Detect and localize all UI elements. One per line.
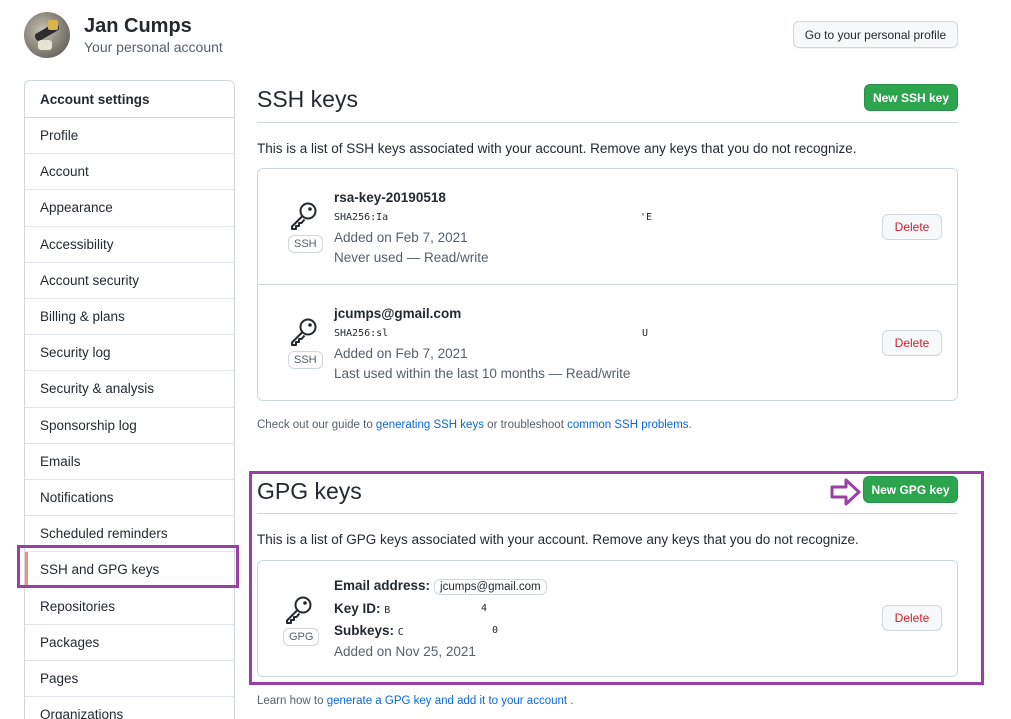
sidebar-item-security-analysis[interactable]: Security & analysis xyxy=(25,371,234,408)
user-subtitle: Your personal account xyxy=(84,39,223,55)
gpg-subkeys-label: Subkeys: xyxy=(334,623,395,638)
sidebar-item-scheduled-reminders[interactable]: Scheduled reminders xyxy=(25,516,234,553)
gpg-subkeys-end: 0 xyxy=(492,625,499,636)
ssh-fingerprint-start: SHA256:sl xyxy=(334,328,389,339)
gpg-help-suffix: . xyxy=(570,695,574,707)
gpg-title-divider xyxy=(257,513,958,514)
sidebar-item-account-security[interactable]: Account security xyxy=(25,263,234,299)
gpg-help-prefix: Learn how to xyxy=(257,695,324,707)
sidebar-item-emails[interactable]: Emails xyxy=(25,444,234,480)
ssh-description: This is a list of SSH keys associated wi… xyxy=(257,141,857,156)
ssh-added-date: Added on Feb 7, 2021 xyxy=(334,230,468,245)
ssh-keys-title: SSH keys xyxy=(257,86,358,112)
gpg-subkeys-start: C xyxy=(397,627,404,638)
generating-ssh-keys-link[interactable]: generating SSH keys xyxy=(376,419,484,431)
sidebar-item-ssh-gpg-keys[interactable]: SSH and GPG keys xyxy=(25,552,234,589)
ssh-title-divider xyxy=(257,122,958,123)
row-divider xyxy=(258,284,957,285)
delete-ssh-key-button[interactable]: Delete xyxy=(882,330,942,356)
annotation-arrow-icon xyxy=(830,478,861,506)
gpg-badge: GPG xyxy=(283,628,320,646)
user-name: Jan Cumps xyxy=(84,15,192,37)
ssh-help-middle: or troubleshoot xyxy=(487,419,564,431)
gpg-added-date: Added on Nov 25, 2021 xyxy=(334,644,476,659)
new-ssh-key-button[interactable]: New SSH key xyxy=(864,84,958,111)
sidebar-item-organizations[interactable]: Organizations xyxy=(25,697,234,719)
ssh-badge: SSH xyxy=(288,351,323,369)
ssh-added-date: Added on Feb 7, 2021 xyxy=(334,346,468,361)
gpg-keyid-label: Key ID: xyxy=(334,601,381,616)
sidebar-item-security-log[interactable]: Security log xyxy=(25,335,234,372)
settings-sidebar: Account settings Profile Account Appeara… xyxy=(24,80,235,719)
sidebar-item-account[interactable]: Account xyxy=(25,154,234,191)
delete-ssh-key-button[interactable]: Delete xyxy=(882,214,942,240)
new-gpg-key-button[interactable]: New GPG key xyxy=(863,476,958,503)
ssh-help-prefix: Check out our guide to xyxy=(257,419,373,431)
common-ssh-problems-link[interactable]: common SSH problems xyxy=(567,419,688,431)
sidebar-heading: Account settings xyxy=(25,81,234,118)
ssh-help-text: Check out our guide to generating SSH ke… xyxy=(257,419,692,431)
sidebar-item-billing[interactable]: Billing & plans xyxy=(25,299,234,336)
delete-gpg-key-button[interactable]: Delete xyxy=(882,605,942,631)
avatar[interactable] xyxy=(24,12,70,58)
ssh-fingerprint-start: SHA256:Ia xyxy=(334,212,389,223)
go-to-profile-button[interactable]: Go to your personal profile xyxy=(793,21,958,48)
gpg-email-row: Email address: jcumps@gmail.com xyxy=(334,578,547,595)
key-icon xyxy=(286,596,312,624)
ssh-key-title: rsa-key-20190518 xyxy=(334,190,446,205)
sidebar-item-repositories[interactable]: Repositories xyxy=(25,588,234,625)
ssh-usage: Last used within the last 10 months — Re… xyxy=(334,366,631,381)
gpg-keyid-start: B xyxy=(384,605,391,616)
sidebar-item-accessibility[interactable]: Accessibility xyxy=(25,227,234,263)
gpg-keyid-end: 4 xyxy=(481,603,488,614)
ssh-fingerprint-end: 'E xyxy=(640,212,653,223)
gpg-description: This is a list of GPG keys associated wi… xyxy=(257,532,859,547)
ssh-badge: SSH xyxy=(288,235,323,253)
sidebar-item-pages[interactable]: Pages xyxy=(25,661,234,697)
gpg-keyid-row: Key ID: B xyxy=(334,601,390,616)
sidebar-item-notifications[interactable]: Notifications xyxy=(25,480,234,517)
sidebar-item-appearance[interactable]: Appearance xyxy=(25,190,234,227)
gpg-subkeys-row: Subkeys: C xyxy=(334,623,404,638)
gpg-email-value: jcumps@gmail.com xyxy=(434,579,547,595)
gpg-keys-list: GPG Email address: jcumps@gmail.com Key I… xyxy=(257,560,958,677)
ssh-help-suffix: . xyxy=(688,419,692,431)
gpg-keys-title: GPG keys xyxy=(257,478,362,504)
generate-gpg-key-link[interactable]: generate a GPG key and add it to your ac… xyxy=(327,695,567,707)
gpg-help-text: Learn how to generate a GPG key and add … xyxy=(257,695,573,707)
gpg-email-label: Email address: xyxy=(334,578,431,593)
ssh-fingerprint-end: U xyxy=(642,328,649,339)
key-icon xyxy=(291,318,317,346)
sidebar-item-packages[interactable]: Packages xyxy=(25,625,234,661)
sidebar-item-sponsorship-log[interactable]: Sponsorship log xyxy=(25,408,234,444)
ssh-key-title: jcumps@gmail.com xyxy=(334,306,462,321)
sidebar-item-profile[interactable]: Profile xyxy=(25,118,234,155)
key-icon xyxy=(291,202,317,230)
ssh-keys-list: SSH rsa-key-20190518 SHA256:Ia 'E Added … xyxy=(257,168,958,401)
ssh-usage: Never used — Read/write xyxy=(334,250,489,265)
